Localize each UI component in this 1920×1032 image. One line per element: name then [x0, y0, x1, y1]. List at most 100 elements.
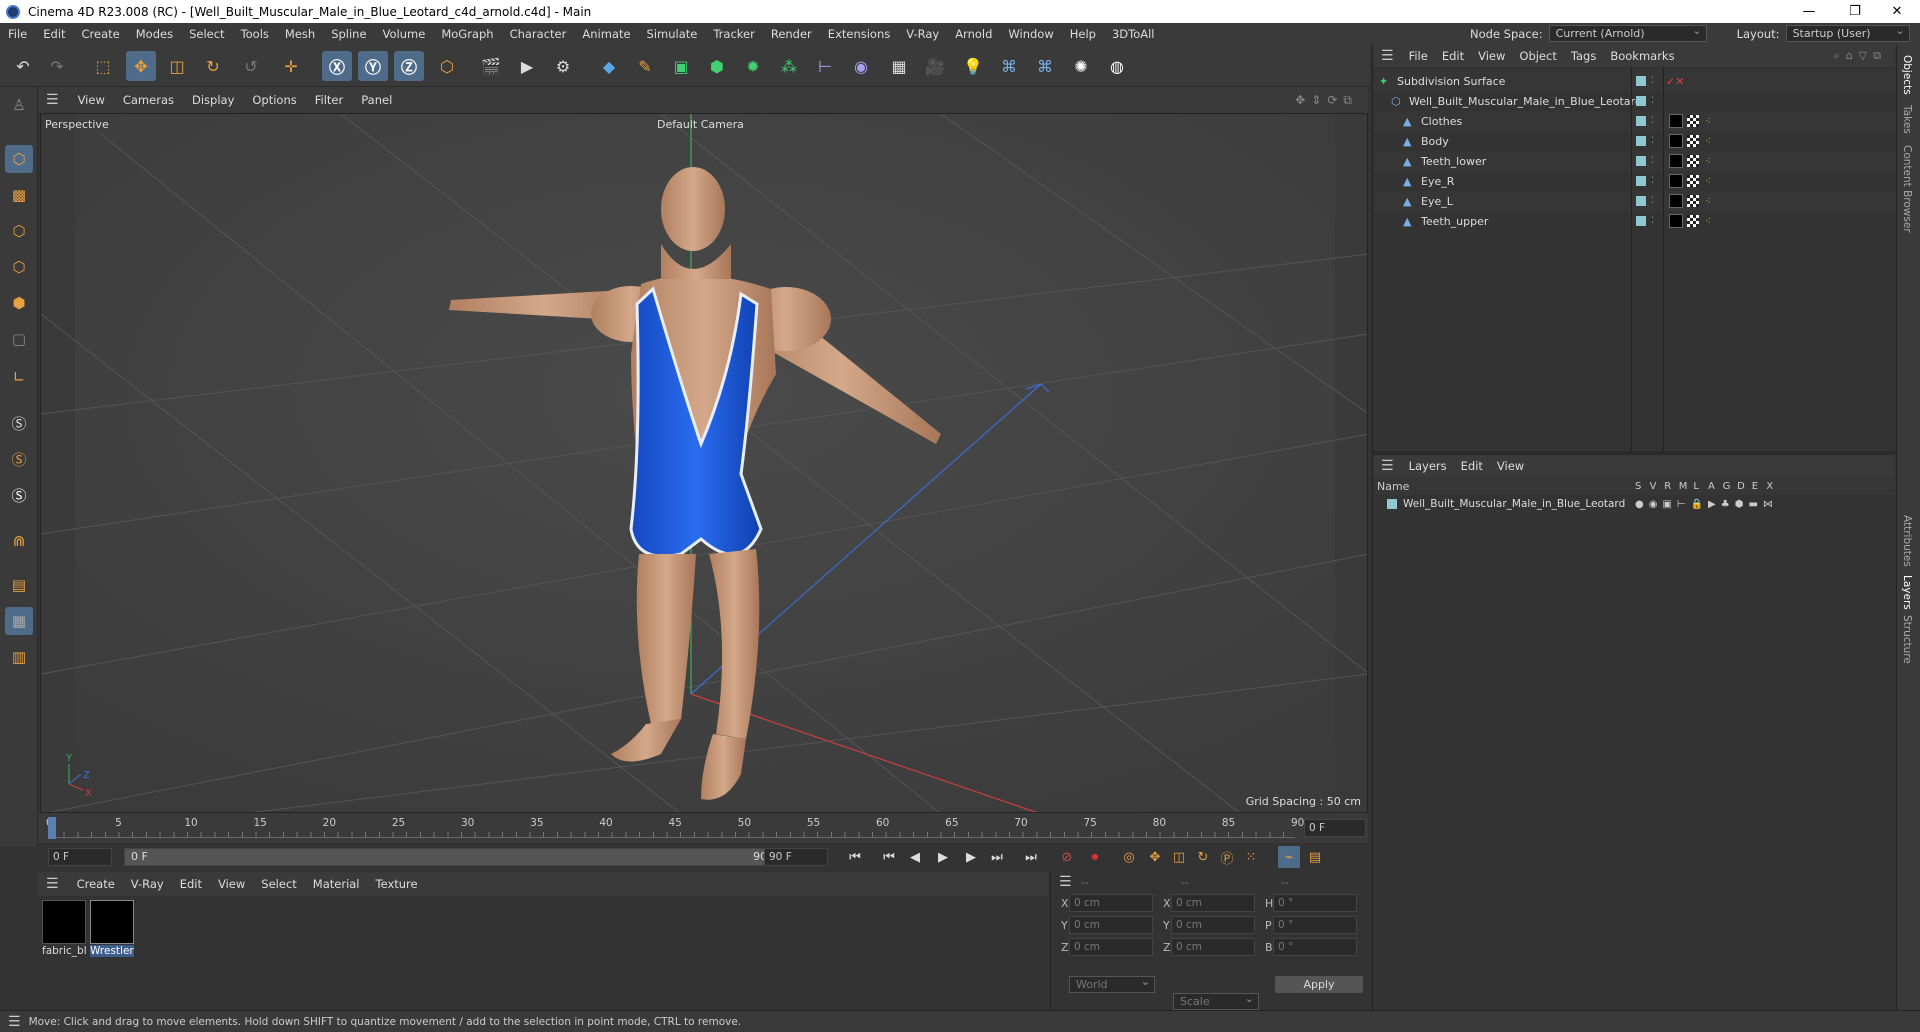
locked-workplane-icon[interactable]: ▥ — [5, 643, 33, 671]
phong-tag-icon[interactable]: ⁖ — [1705, 116, 1711, 127]
menu-select[interactable]: Select — [181, 27, 232, 41]
layer-menu-view[interactable]: View — [1490, 459, 1531, 473]
visibility-dots-icon[interactable]: ⁚ — [1651, 216, 1654, 226]
key-position-icon[interactable]: ✥ — [1144, 846, 1166, 868]
object-row[interactable]: ▲ Eye_R ⁚ ⁖ — [1373, 171, 1895, 191]
object-menu-icon[interactable]: ☰ — [1373, 48, 1402, 64]
object-row[interactable]: ▲ Clothes ⁚ ⁖ — [1373, 111, 1895, 131]
material-menu-material[interactable]: Material — [305, 877, 368, 891]
live-selection-icon[interactable]: ⬚ — [88, 51, 118, 81]
object-menu-tags[interactable]: Tags — [1564, 49, 1603, 63]
workplane-icon[interactable]: ▤ — [5, 571, 33, 599]
menu-v-ray[interactable]: V-Ray — [898, 27, 947, 41]
points-mode-icon[interactable]: ⬡ — [5, 217, 33, 245]
visibility-dots-icon[interactable]: ⁚ — [1651, 116, 1654, 126]
status-menu-icon[interactable]: ☰ — [0, 1014, 29, 1030]
object-row[interactable]: ⬡ Well_Built_Muscular_Male_in_Blue_Leotar… — [1373, 91, 1895, 111]
layer-menu-icon[interactable]: ☰ — [1373, 458, 1402, 474]
layer-color-icon[interactable] — [1636, 116, 1646, 126]
texture-tag-icon[interactable] — [1687, 115, 1699, 127]
menu-spline[interactable]: Spline — [323, 27, 374, 41]
recent-tool-icon[interactable]: ↺ — [236, 51, 266, 81]
undo-icon[interactable]: ↶ — [8, 51, 38, 81]
uv-mode-icon[interactable]: ▢ — [5, 325, 33, 353]
menu-edit[interactable]: Edit — [35, 27, 73, 41]
record-icon[interactable]: ⊘ — [1056, 846, 1078, 868]
coord-value-field[interactable]: 0 cm — [1069, 894, 1153, 912]
layer-color-icon[interactable] — [1387, 499, 1397, 509]
cube-object-icon[interactable]: ◆ — [594, 51, 624, 81]
maximize-button[interactable]: ❐ — [1832, 0, 1878, 23]
key-scale-icon[interactable]: ◫ — [1168, 846, 1190, 868]
layer-column-header[interactable]: L — [1693, 481, 1708, 492]
coord-value-field[interactable]: 0 ° — [1273, 894, 1357, 912]
grid-workplane-icon[interactable]: ▦ — [5, 607, 33, 635]
previous-key-icon[interactable]: ⏮ — [878, 846, 900, 868]
layer-color-icon[interactable] — [1636, 96, 1646, 106]
keyframe-selection-icon[interactable]: ◎ — [1118, 846, 1140, 868]
scale-tool-icon[interactable]: ◫ — [162, 51, 192, 81]
material-menu-texture[interactable]: Texture — [368, 877, 426, 891]
viewport-camera-name[interactable]: Default Camera — [657, 118, 744, 131]
object-menu-view[interactable]: View — [1471, 49, 1512, 63]
settings-gear-icon[interactable]: ✺ — [1066, 51, 1096, 81]
visibility-dots-icon[interactable]: ⁚ — [1651, 196, 1654, 206]
object-row[interactable]: ✦ Subdivision Surface ⁚ ✓✕ — [1373, 71, 1895, 91]
layer-color-icon[interactable] — [1636, 156, 1646, 166]
axis-mode-icon[interactable]: ∟ — [5, 363, 33, 391]
viewport-menu-filter[interactable]: Filter — [306, 93, 352, 107]
node-space-dropdown[interactable]: Current (Arnold) — [1548, 23, 1707, 42]
edges-mode-icon[interactable]: ⬡ — [5, 253, 33, 281]
coord-value-field[interactable]: 0 cm — [1171, 894, 1255, 912]
menu-tools[interactable]: Tools — [233, 27, 277, 41]
texture-tag-icon[interactable] — [1687, 175, 1699, 187]
material-menu-create[interactable]: Create — [69, 877, 123, 891]
menu-render[interactable]: Render — [763, 27, 820, 41]
coordinate-system-dropdown[interactable]: World — [1069, 974, 1155, 993]
next-key-icon[interactable]: ⏭ — [986, 846, 1008, 868]
viewport-menu-view[interactable]: View — [69, 93, 114, 107]
viewport-nav-icons[interactable]: ✥⇕⟳⧉ — [1295, 93, 1358, 108]
current-frame-field[interactable]: 0 F — [1304, 819, 1366, 837]
menu-extensions[interactable]: Extensions — [820, 27, 898, 41]
frame-range-slider[interactable]: 0 F 90 F — [124, 848, 784, 866]
coord-value-field[interactable]: 0 cm — [1171, 916, 1255, 934]
z-axis-lock-icon[interactable]: Ⓩ — [394, 51, 424, 81]
phong-tag-icon[interactable]: ⁖ — [1705, 216, 1711, 227]
field-icon[interactable]: ◉ — [846, 51, 876, 81]
object-menu-object[interactable]: Object — [1512, 49, 1563, 63]
visibility-dots-icon[interactable]: ⁚ — [1651, 76, 1654, 86]
viewport-menu-icon[interactable]: ☰ — [38, 92, 69, 108]
end-frame-field[interactable]: 90 F — [764, 848, 828, 866]
interpolation-icon[interactable]: ⌁ — [1278, 846, 1300, 868]
go-to-start-icon[interactable]: ⏮ — [844, 846, 866, 868]
visibility-dots-icon[interactable]: ⁚ — [1651, 176, 1654, 186]
timeline-window-icon[interactable]: ▤ — [1304, 846, 1326, 868]
phong-tag-icon[interactable]: ⁖ — [1705, 176, 1711, 187]
layer-color-icon[interactable] — [1636, 176, 1646, 186]
object-row[interactable]: ▲ Eye_L ⁚ ⁖ — [1373, 191, 1895, 211]
light-icon[interactable]: 💡 — [958, 51, 988, 81]
material-tag-icon[interactable] — [1669, 174, 1683, 188]
menu-help[interactable]: Help — [1062, 27, 1104, 41]
texture-tag-icon[interactable] — [1687, 215, 1699, 227]
model-mode-icon[interactable]: ⬡ — [5, 145, 33, 173]
menu-volume[interactable]: Volume — [375, 27, 434, 41]
menu-modes[interactable]: Modes — [128, 27, 181, 41]
visibility-dots-icon[interactable]: ⁚ — [1651, 156, 1654, 166]
layer-color-icon[interactable] — [1636, 196, 1646, 206]
material-menu-view[interactable]: View — [210, 877, 253, 891]
go-to-end-icon[interactable]: ⏭ — [1020, 846, 1042, 868]
close-button[interactable]: ✕ — [1874, 0, 1920, 23]
coord-value-field[interactable]: 0 ° — [1273, 938, 1357, 956]
render-region-icon[interactable]: 🎬 — [476, 51, 506, 81]
floor-icon[interactable]: ▦ — [884, 51, 914, 81]
object-menu-file[interactable]: File — [1402, 49, 1435, 63]
python-icon[interactable]: ⌘ — [994, 51, 1024, 81]
phong-tag-icon[interactable]: ⁖ — [1705, 156, 1711, 167]
y-axis-lock-icon[interactable]: Ⓨ — [358, 51, 388, 81]
workplane-snap-icon[interactable]: Ⓢ — [5, 481, 33, 509]
start-frame-field[interactable]: 0 F — [48, 848, 112, 866]
object-row[interactable]: ▲ Body ⁚ ⁖ — [1373, 131, 1895, 151]
polygons-mode-icon[interactable]: ⬢ — [5, 289, 33, 317]
